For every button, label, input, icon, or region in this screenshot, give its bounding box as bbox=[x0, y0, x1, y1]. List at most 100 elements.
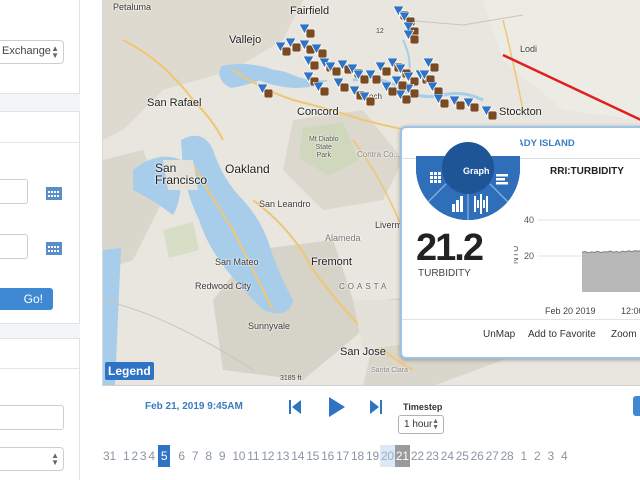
y-axis-label: NTU bbox=[514, 246, 520, 265]
gauge-station-icon[interactable] bbox=[359, 92, 375, 106]
gauge-station-icon[interactable] bbox=[391, 76, 407, 90]
panel-divider bbox=[0, 142, 80, 143]
day-item[interactable]: 4 bbox=[147, 445, 155, 467]
day-item[interactable]: 13 bbox=[275, 445, 290, 467]
day-item[interactable]: 19 bbox=[365, 445, 380, 467]
place-label: San Francisco bbox=[155, 162, 207, 186]
x-tick-label: 12:00 bbox=[621, 306, 640, 316]
place-label: Sunnyvale bbox=[248, 321, 291, 331]
day-item[interactable]: 1 bbox=[122, 445, 130, 467]
park-label-1: Mt Diablo bbox=[309, 136, 339, 143]
place-label: Mt Diablo State Park bbox=[309, 136, 339, 160]
gauge-station-icon[interactable] bbox=[463, 98, 479, 112]
place-label: San Jose bbox=[340, 346, 386, 358]
range-label: COASTA bbox=[339, 282, 390, 291]
side-action-button[interactable] bbox=[633, 396, 640, 416]
skip-back-icon[interactable] bbox=[289, 400, 301, 414]
graph-wheel[interactable] bbox=[416, 132, 520, 232]
panel-divider bbox=[0, 368, 80, 369]
go-button[interactable]: Go! bbox=[0, 288, 53, 310]
park-label-2: State bbox=[315, 144, 332, 151]
place-label: San Mateo bbox=[215, 257, 259, 267]
day-item[interactable]: 25 bbox=[455, 445, 470, 467]
day-item[interactable]: 14 bbox=[290, 445, 305, 467]
day-item[interactable]: 20 bbox=[379, 445, 395, 467]
end-date-input[interactable] bbox=[0, 234, 28, 259]
day-item[interactable]: 17 bbox=[335, 445, 350, 467]
day-item[interactable]: 28 bbox=[500, 445, 515, 467]
day-item[interactable]: 27 bbox=[485, 445, 500, 467]
skip-forward-icon[interactable] bbox=[370, 400, 382, 414]
turbidity-chart: 40 20 NTU Feb 20 2019 12:00 bbox=[514, 215, 640, 316]
source-panel: Exchange ▲ ▼ bbox=[0, 0, 80, 94]
zoom-link[interactable]: Zoom bbox=[611, 329, 637, 340]
legend-button[interactable]: Legend bbox=[105, 362, 154, 380]
day-item[interactable]: 3 bbox=[547, 445, 555, 467]
select-arrows-icon: ▲ ▼ bbox=[432, 418, 439, 431]
reading-label: TURBIDITY bbox=[418, 268, 471, 279]
day-item[interactable]: 9 bbox=[218, 445, 226, 467]
station-popup: RRI - ROUGH AND READY ISLAND bbox=[400, 126, 640, 359]
day-item[interactable]: 31 bbox=[102, 445, 117, 467]
add-favorite-link[interactable]: Add to Favorite bbox=[528, 329, 596, 340]
source-select[interactable]: Exchange ▲ ▼ bbox=[0, 40, 64, 64]
options-input[interactable] bbox=[0, 405, 64, 430]
place-label: Liverm bbox=[375, 220, 403, 230]
day-selector: 31 1 2 3 4 5 6 7 8 9 10 11 12 13 14 15 16 17 18 19 20 21 22 23 2… bbox=[102, 445, 568, 467]
gauge-station-icon[interactable] bbox=[333, 78, 349, 92]
day-item[interactable]: 3 bbox=[139, 445, 147, 467]
sidebar: Exchange ▲ ▼ Go! ▲ ▼ bbox=[0, 0, 80, 480]
day-item[interactable]: 15 bbox=[305, 445, 320, 467]
unmap-link[interactable]: UnMap bbox=[483, 329, 515, 340]
current-timestamp: Feb 21, 2019 9:45AM bbox=[145, 401, 243, 412]
place-label: San Rafael bbox=[147, 97, 202, 109]
day-item[interactable]: 22 bbox=[410, 445, 425, 467]
options-panel: ▲ ▼ bbox=[0, 338, 80, 480]
start-calendar-icon[interactable] bbox=[46, 187, 62, 200]
place-label: Lodi bbox=[520, 44, 538, 54]
place-label: Concord bbox=[297, 106, 339, 118]
day-item[interactable]: 1 bbox=[520, 445, 528, 467]
day-item[interactable]: 10 bbox=[231, 445, 246, 467]
day-item[interactable]: 16 bbox=[320, 445, 335, 467]
gauge-station-icon[interactable] bbox=[403, 30, 419, 44]
play-icon[interactable] bbox=[329, 397, 345, 417]
place-label: Redwood City bbox=[195, 281, 252, 291]
gauge-station-icon[interactable] bbox=[257, 84, 273, 98]
day-item[interactable]: 11 bbox=[246, 445, 260, 467]
gauge-station-icon[interactable] bbox=[433, 94, 449, 108]
wheel-label: Graph bbox=[463, 166, 490, 176]
x-tick-label: Feb 20 2019 bbox=[545, 306, 596, 316]
county-label: Contra Co... bbox=[357, 150, 401, 159]
gauge-station-icon[interactable] bbox=[313, 82, 329, 96]
gauge-station-icon[interactable] bbox=[481, 106, 497, 120]
popup-footer-divider bbox=[402, 319, 640, 320]
start-date-input[interactable] bbox=[0, 179, 28, 204]
options-select[interactable]: ▲ ▼ bbox=[0, 447, 64, 471]
day-item[interactable]: 6 bbox=[177, 445, 185, 467]
day-item[interactable]: 2 bbox=[130, 445, 138, 467]
chart-title: RRI:TURBIDITY bbox=[550, 166, 624, 177]
day-item[interactable]: 26 bbox=[470, 445, 485, 467]
select-arrows-icon: ▲ ▼ bbox=[51, 451, 59, 467]
timestep-select[interactable]: 1 hour ▲ ▼ bbox=[398, 415, 444, 434]
end-calendar-icon[interactable] bbox=[46, 242, 62, 255]
map-view[interactable]: Petaluma Fairfield 12 Vallejo Lodi San R… bbox=[102, 0, 640, 386]
gauge-station-icon[interactable] bbox=[395, 90, 411, 104]
day-item[interactable]: 21 bbox=[394, 445, 410, 467]
day-item[interactable]: 18 bbox=[350, 445, 365, 467]
day-item[interactable]: 7 bbox=[191, 445, 199, 467]
gauge-station-icon[interactable] bbox=[303, 56, 319, 70]
y-tick-label: 20 bbox=[524, 251, 534, 261]
day-item[interactable]: 2 bbox=[533, 445, 541, 467]
day-item[interactable]: 8 bbox=[204, 445, 212, 467]
y-tick-label: 40 bbox=[524, 215, 534, 225]
elevation-label: 3185 ft bbox=[280, 375, 302, 382]
day-item[interactable]: 5 bbox=[157, 445, 171, 467]
place-label: San Leandro bbox=[259, 199, 311, 209]
day-item[interactable]: 12 bbox=[260, 445, 275, 467]
day-item[interactable]: 23 bbox=[425, 445, 440, 467]
day-item[interactable]: 4 bbox=[560, 445, 568, 467]
gauge-station-icon[interactable] bbox=[299, 24, 315, 38]
day-item[interactable]: 24 bbox=[440, 445, 455, 467]
